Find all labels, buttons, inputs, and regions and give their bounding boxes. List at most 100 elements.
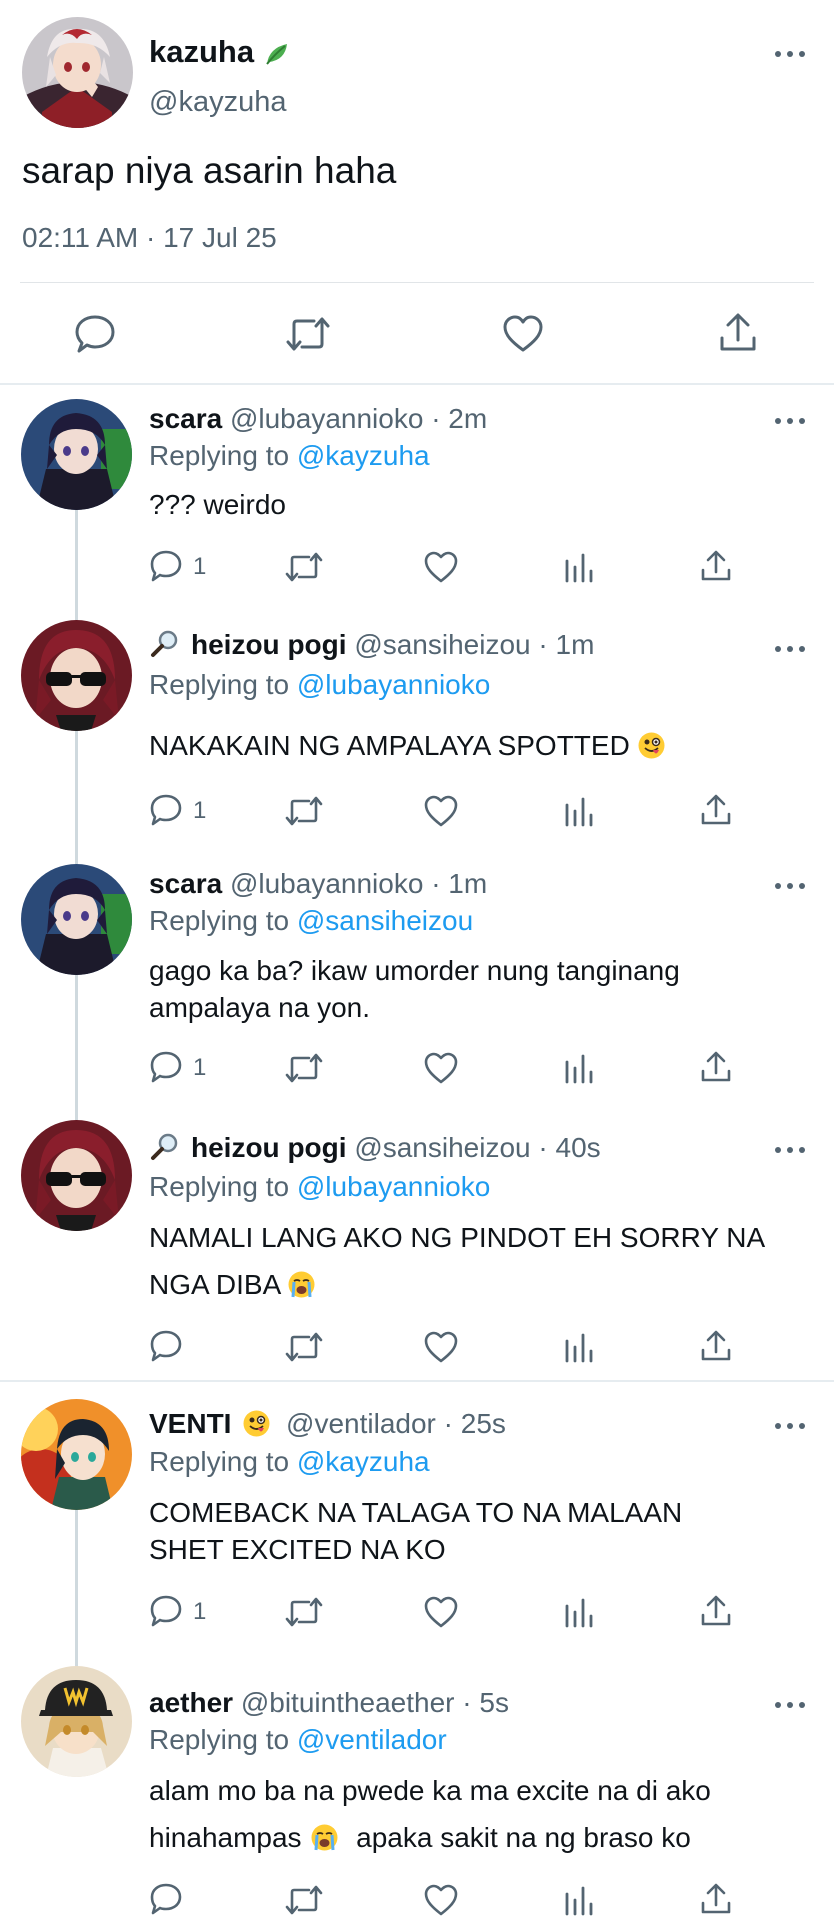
reply-item[interactable]: heizou pogi @sansiheizou · 1m Replying t… <box>0 615 834 860</box>
replying-to-link[interactable]: @lubayannioko <box>297 669 490 700</box>
reply-icon[interactable] <box>149 1882 183 1916</box>
like-icon[interactable] <box>423 1051 459 1085</box>
replying-to: Replying to @ventilador <box>149 1724 447 1756</box>
views-icon[interactable] <box>563 1052 593 1084</box>
like-icon[interactable] <box>423 550 459 584</box>
like-icon[interactable] <box>502 314 544 354</box>
reply-text-line: SHET EXCITED NA KO <box>149 1534 446 1565</box>
thread-line <box>75 503 78 623</box>
retweet-icon[interactable] <box>283 795 325 827</box>
avatar[interactable] <box>21 620 132 731</box>
reply-icon[interactable] <box>149 793 183 827</box>
reply-author-name[interactable]: scara <box>149 403 222 434</box>
reply-author-name[interactable]: scara <box>149 868 222 899</box>
reply-item[interactable]: scara @lubayannioko · 2m Replying to @ka… <box>0 385 834 623</box>
retweet-icon[interactable] <box>283 1596 325 1628</box>
magnifier-icon <box>149 629 179 659</box>
reply-author-name[interactable]: VENTI <box>149 1408 231 1439</box>
share-icon[interactable] <box>699 1594 733 1628</box>
retweet-icon[interactable] <box>283 551 325 583</box>
crying-face-emoji <box>311 1818 338 1851</box>
reply-text-line: NGA DIBA <box>149 1269 280 1300</box>
views-icon[interactable] <box>563 795 593 827</box>
replying-label: Replying to <box>149 669 290 700</box>
share-icon[interactable] <box>699 1050 733 1084</box>
share-icon[interactable] <box>699 549 733 583</box>
replying-to-link[interactable]: @sansiheizou <box>297 905 473 936</box>
more-icon[interactable] <box>775 1699 805 1711</box>
replying-to-link[interactable]: @kayzuha <box>297 440 430 471</box>
like-icon[interactable] <box>423 1595 459 1629</box>
share-icon[interactable] <box>699 793 733 827</box>
more-icon[interactable] <box>775 48 805 60</box>
reply-author-handle[interactable]: @sansiheizou <box>354 1132 530 1163</box>
reply-icon[interactable] <box>149 1594 183 1628</box>
reply-text-line: NAMALI LANG AKO NG PINDOT EH SORRY NA <box>149 1222 766 1253</box>
more-icon[interactable] <box>775 1420 805 1432</box>
divider <box>20 282 814 283</box>
magnifier-icon <box>149 1132 179 1162</box>
reply-count: 1 <box>193 1054 207 1081</box>
main-tweet: kazuha @kayzuha sarap niya asarin haha 0… <box>0 0 834 385</box>
reply-author-handle[interactable]: @lubayannioko <box>230 403 423 434</box>
share-icon[interactable] <box>699 1329 733 1363</box>
reply-author-handle[interactable]: @sansiheizou <box>354 629 530 660</box>
reply-count: 1 <box>193 797 207 824</box>
reply-author-name[interactable]: heizou pogi <box>191 1132 347 1163</box>
replying-to-link[interactable]: @ventilador <box>297 1724 447 1755</box>
views-icon[interactable] <box>563 1596 593 1628</box>
more-icon[interactable] <box>775 1144 805 1156</box>
reply-text-line: COMEBACK NA TALAGA TO NA MALAAN <box>149 1497 683 1528</box>
replying-to-link[interactable]: @lubayannioko <box>297 1171 490 1202</box>
avatar[interactable] <box>21 399 132 510</box>
more-icon[interactable] <box>775 415 805 427</box>
reply-author-name[interactable]: aether <box>149 1687 233 1718</box>
reply-icon[interactable] <box>149 1050 183 1084</box>
avatar[interactable] <box>21 1120 132 1231</box>
reply-icon[interactable] <box>149 1329 183 1363</box>
reply-text-content: NAKAKAIN NG AMPALAYA SPOTTED <box>149 730 630 761</box>
author-name[interactable]: kazuha <box>149 34 254 70</box>
like-icon[interactable] <box>423 794 459 828</box>
share-icon[interactable] <box>699 1882 733 1916</box>
crying-face-emoji <box>288 1265 315 1298</box>
reply-author-handle[interactable]: @ventilador <box>286 1408 436 1439</box>
reply-author-name[interactable]: heizou pogi <box>191 629 347 660</box>
thread-line <box>75 1640 78 1668</box>
reply-time: · 5s <box>462 1687 509 1718</box>
replying-label: Replying to <box>149 905 290 936</box>
reply-text-line: hinahampas <box>149 1822 302 1853</box>
like-icon[interactable] <box>423 1883 459 1917</box>
author-handle[interactable]: @kayzuha <box>149 86 286 119</box>
reply-time: · 25s <box>443 1408 506 1439</box>
zany-face-emoji <box>243 1410 270 1437</box>
replying-to-link[interactable]: @kayzuha <box>297 1446 430 1477</box>
reply-time: · 1m <box>431 868 488 899</box>
reply-icon[interactable] <box>74 314 116 354</box>
avatar[interactable] <box>21 1666 132 1777</box>
share-icon[interactable] <box>718 312 758 354</box>
retweet-icon[interactable] <box>284 314 332 354</box>
views-icon[interactable] <box>563 1884 593 1916</box>
retweet-icon[interactable] <box>283 1884 325 1916</box>
retweet-icon[interactable] <box>283 1052 325 1084</box>
like-icon[interactable] <box>423 1330 459 1364</box>
reply-icon[interactable] <box>149 549 183 583</box>
replying-label: Replying to <box>149 1446 290 1477</box>
avatar[interactable] <box>21 1399 132 1510</box>
reply-author-handle[interactable]: @bituintheaether <box>241 1687 455 1718</box>
retweet-icon[interactable] <box>283 1331 325 1363</box>
reply-item[interactable]: heizou pogi @sansiheizou · 40s Replying … <box>0 1120 834 1380</box>
avatar[interactable] <box>22 17 133 128</box>
thread-line <box>75 1510 78 1640</box>
avatar[interactable] <box>21 864 132 975</box>
more-icon[interactable] <box>775 643 805 655</box>
views-icon[interactable] <box>563 1331 593 1363</box>
replying-to: Replying to @kayzuha <box>149 440 430 472</box>
views-icon[interactable] <box>563 551 593 583</box>
more-icon[interactable] <box>775 880 805 892</box>
reply-item[interactable]: aether @bituintheaether · 5s Replying to… <box>0 1640 834 1920</box>
reply-item[interactable]: VENTI @ventilador · 25s Replying to @kay… <box>0 1382 834 1640</box>
reply-author-handle[interactable]: @lubayannioko <box>230 868 423 899</box>
reply-item[interactable]: scara @lubayannioko · 1m Replying to @sa… <box>0 860 834 1120</box>
